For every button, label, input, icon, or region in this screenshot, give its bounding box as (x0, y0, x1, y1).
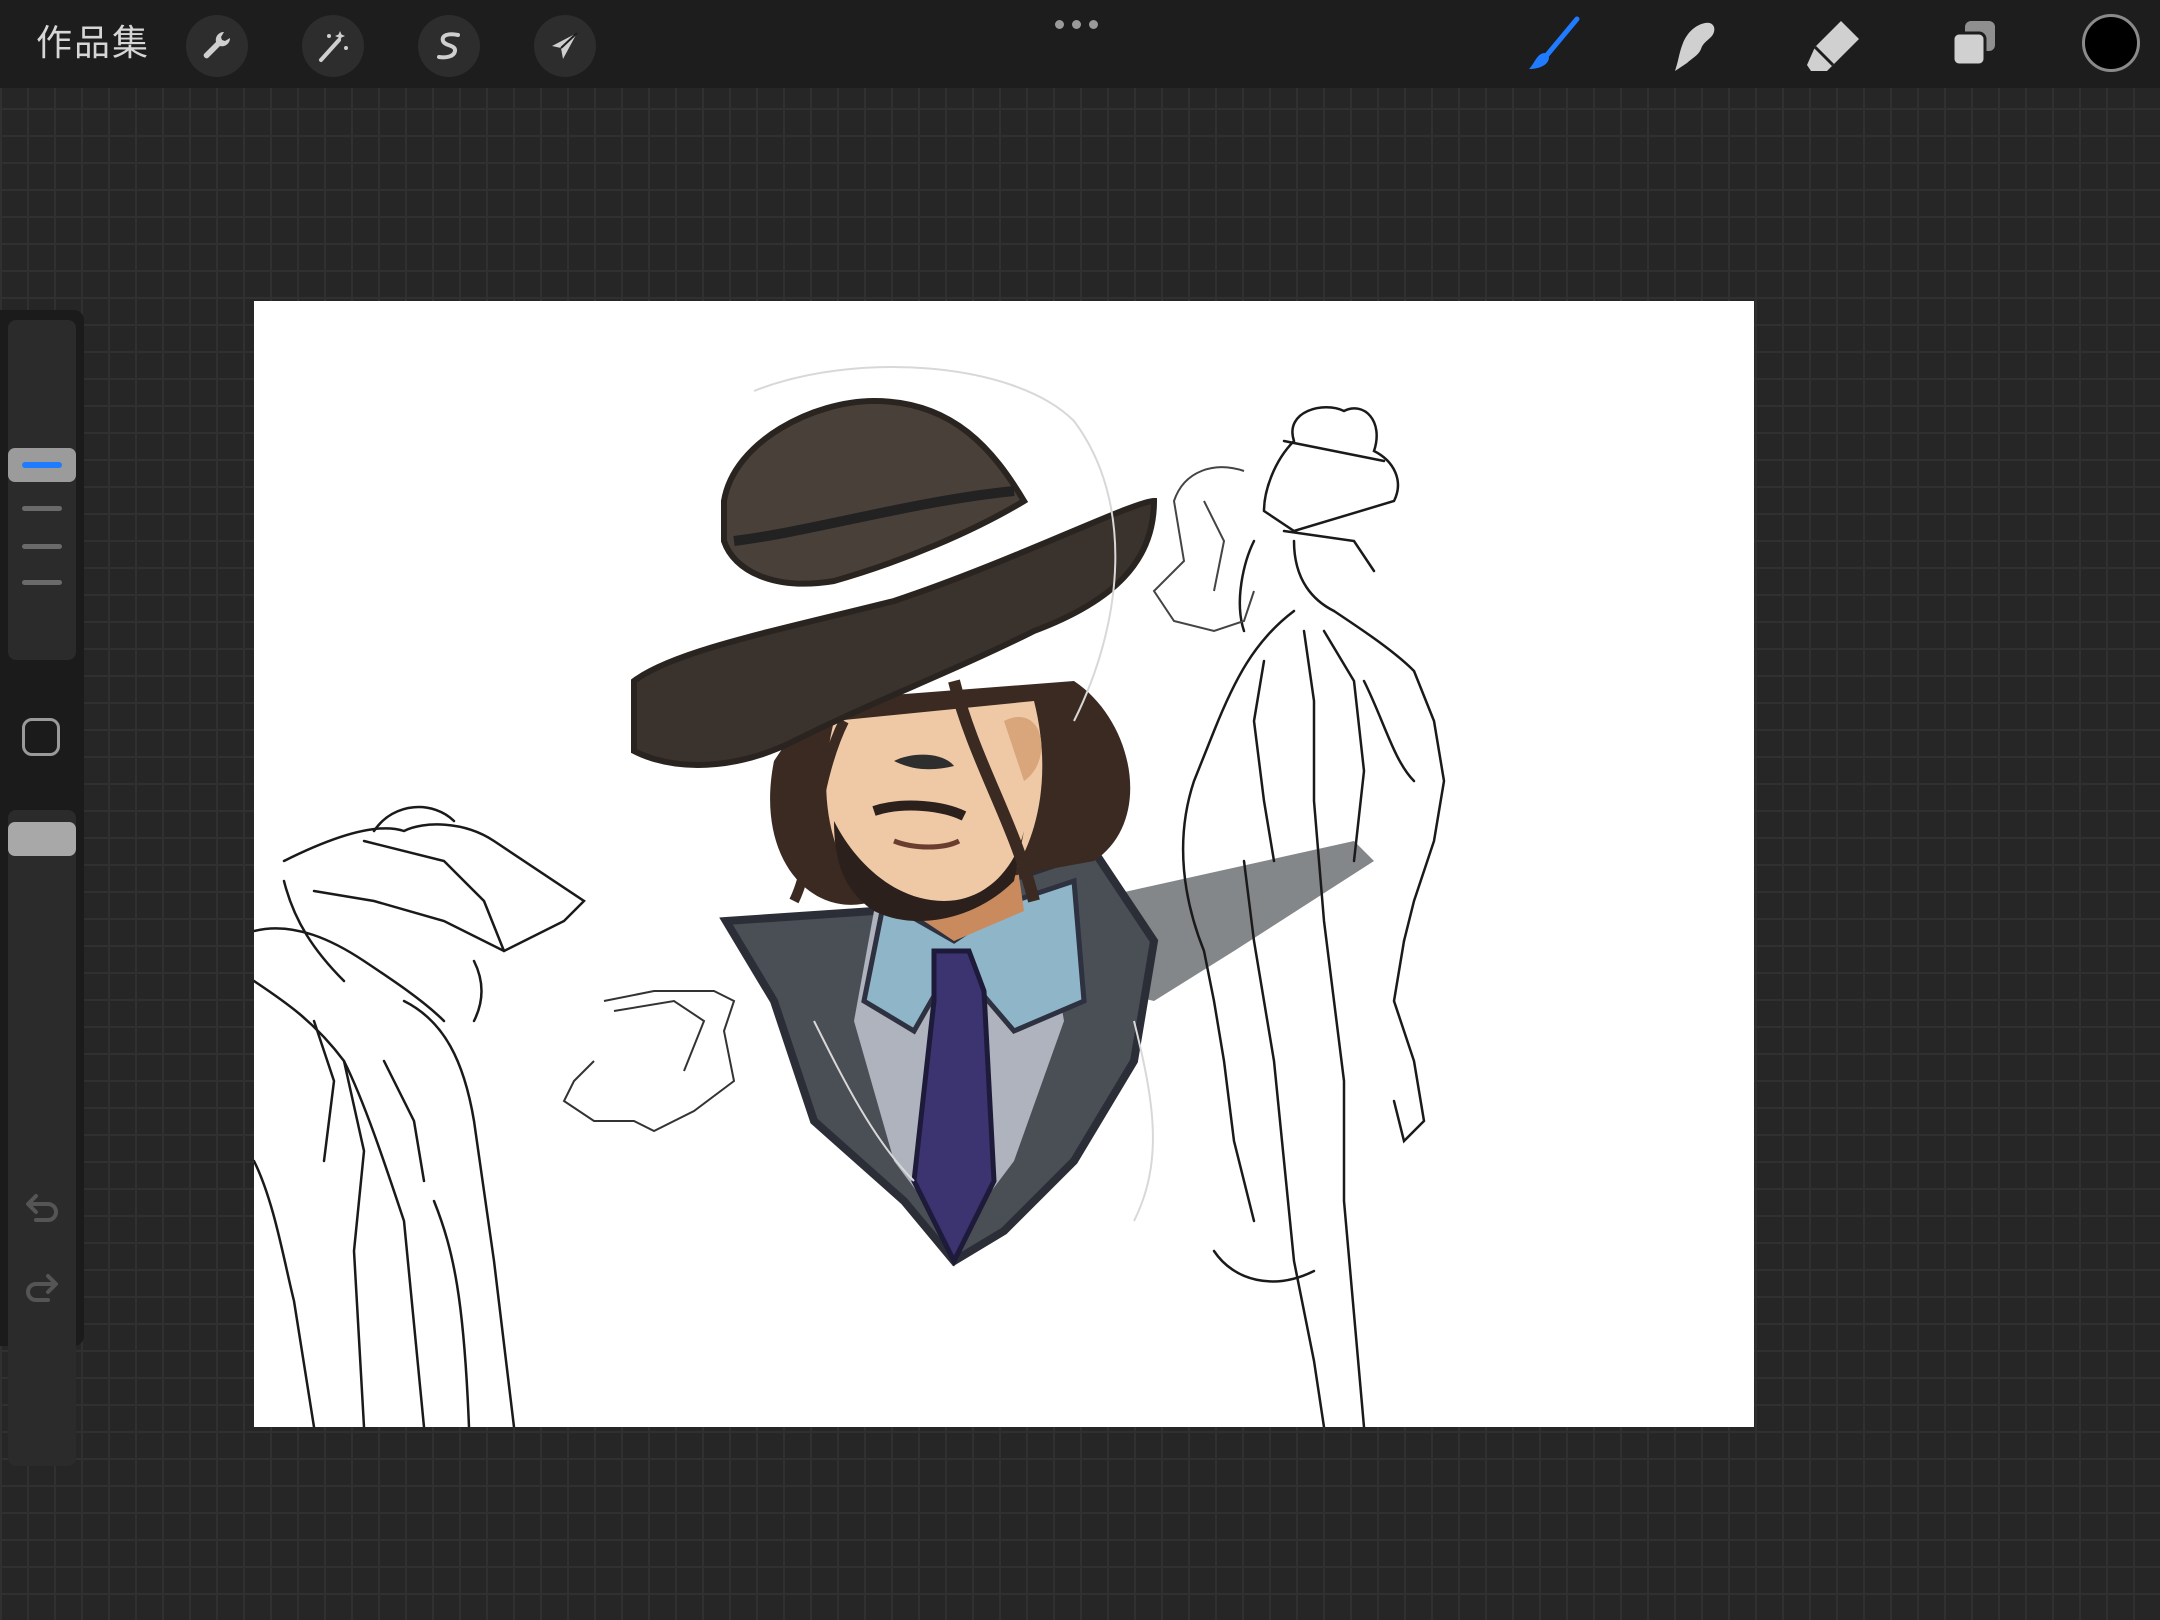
brush-size-thumb[interactable] (8, 448, 76, 482)
brush-size-indicator (22, 462, 62, 468)
wrench-icon (203, 31, 231, 59)
undo-icon[interactable] (20, 1186, 64, 1230)
ellipsis-icon[interactable] (1055, 20, 1098, 29)
drawing-canvas[interactable] (254, 301, 1754, 1427)
magic-wand-icon (319, 31, 348, 62)
gallery-button[interactable]: 作品集 (36, 18, 150, 70)
selection-button[interactable] (418, 15, 480, 77)
top-toolbar: 作品集 (0, 0, 2160, 88)
brush-size-slider[interactable] (8, 320, 76, 660)
brush-opacity-slider[interactable] (8, 810, 76, 1466)
square-modify-icon[interactable] (22, 718, 60, 756)
drawing-artwork (254, 366, 1446, 1427)
brush-icon (1529, 16, 1580, 69)
eraser-tool-button[interactable] (1798, 10, 1868, 80)
layers-button[interactable] (1938, 10, 2008, 80)
adjustments-button[interactable] (302, 15, 364, 77)
actions-button[interactable] (186, 15, 248, 77)
slider-tick (22, 580, 62, 585)
brush-opacity-thumb[interactable] (8, 822, 76, 856)
color-picker-button[interactable] (2082, 14, 2140, 72)
redo-icon[interactable] (20, 1266, 64, 1310)
brush-tool-button[interactable] (1518, 10, 1588, 80)
eraser-icon (1807, 21, 1859, 71)
transform-button[interactable] (534, 15, 596, 77)
smudge-tool-button[interactable] (1658, 10, 1728, 80)
selection-s-icon (437, 32, 460, 60)
slider-tick (22, 506, 62, 511)
slider-tick (22, 544, 62, 549)
layers-icon (1951, 21, 1995, 67)
smudge-finger-icon (1675, 22, 1715, 72)
left-sidebar (0, 310, 84, 1466)
arrow-cursor-icon (552, 32, 578, 59)
